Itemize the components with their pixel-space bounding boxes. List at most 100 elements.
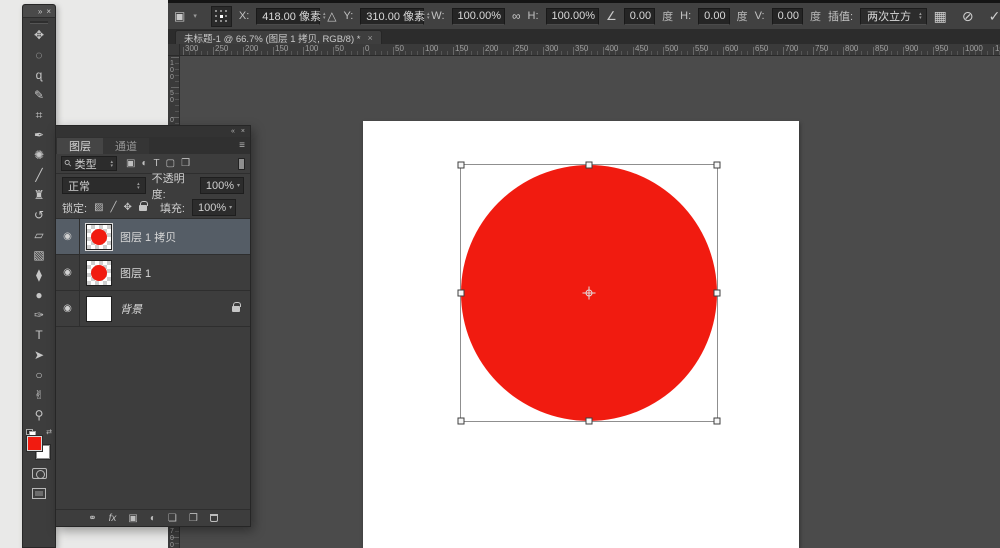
type-layer-filter-icon[interactable]: T — [154, 158, 160, 169]
quick-mask-icon[interactable] — [32, 468, 47, 479]
screen-mode-icon[interactable] — [32, 488, 46, 499]
tools-collapse-icon[interactable]: » — [38, 7, 42, 16]
crop-tool[interactable]: ⌗ — [26, 105, 52, 125]
layers-close-icon[interactable]: × — [241, 128, 245, 135]
commit-transform-button[interactable]: ✓ — [989, 8, 1000, 25]
new-group-icon[interactable]: ❏ — [168, 513, 177, 524]
foreground-color-swatch[interactable] — [27, 436, 42, 451]
new-adjustment-layer-icon[interactable]: ◐ — [150, 513, 156, 524]
delete-layer-icon[interactable] — [210, 514, 218, 522]
shape-layer-filter-icon[interactable]: ▢ — [166, 158, 175, 169]
layer-thumbnail[interactable] — [86, 260, 112, 286]
eyedropper-tool[interactable]: ✒ — [26, 125, 52, 145]
transform-handle[interactable] — [714, 162, 721, 169]
swap-colors-icon[interactable]: ⇄ — [46, 428, 52, 436]
transform-handle[interactable] — [586, 162, 593, 169]
fill-dropdown[interactable]: 100% ▾ — [192, 199, 236, 216]
pixel-layer-filter-icon[interactable]: ▣ — [126, 158, 135, 169]
add-layer-mask-icon[interactable]: ▣ — [128, 513, 137, 524]
layers-collapse-icon[interactable]: « — [231, 128, 235, 135]
tab-channels[interactable]: 通道 — [103, 138, 149, 154]
layer-thumbnail[interactable] — [86, 296, 112, 322]
gradient-tool[interactable]: ▧ — [26, 245, 52, 265]
healing-brush-tool[interactable]: ✺ — [26, 145, 52, 165]
link-layers-icon[interactable]: ⚭ — [88, 513, 96, 524]
zoom-tool[interactable]: ⚲ — [26, 405, 52, 425]
h-ruler-label: 550 — [695, 44, 708, 53]
smart-object-filter-icon[interactable]: ❒ — [181, 158, 190, 169]
interpolation-dropdown[interactable]: 两次立方 — [860, 8, 927, 25]
adjustment-layer-filter-icon[interactable]: ◐ — [141, 158, 147, 169]
layer-effects-icon[interactable]: fx — [109, 513, 117, 524]
transform-handle[interactable] — [458, 418, 465, 425]
ruler-origin-corner[interactable] — [168, 44, 180, 56]
x-spinner-icon[interactable] — [323, 12, 326, 20]
v-skew-field[interactable]: 0.00 — [772, 8, 803, 25]
opacity-dropdown[interactable]: 100% ▾ — [200, 177, 244, 194]
ellipse-tool[interactable]: ○ — [26, 365, 52, 385]
tab-close-icon[interactable]: × — [367, 33, 372, 43]
transform-reference-point[interactable] — [586, 290, 593, 297]
type-tool[interactable]: T — [26, 325, 52, 345]
blur-tool[interactable]: ⧫ — [26, 265, 52, 285]
layer-thumbnail[interactable] — [86, 224, 112, 250]
tools-grip[interactable] — [23, 18, 55, 25]
layer-row[interactable]: ◉图层 1 — [56, 255, 250, 291]
eye-icon[interactable]: ◉ — [63, 267, 72, 278]
visibility-cell[interactable]: ◉ — [56, 219, 80, 254]
transform-tool-icon[interactable]: ▣ — [174, 9, 185, 23]
panel-menu-icon[interactable]: ≡ — [239, 140, 245, 151]
eye-icon[interactable]: ◉ — [63, 231, 72, 242]
transform-bounding-box[interactable] — [460, 164, 718, 422]
tools-close-icon[interactable]: × — [46, 7, 51, 16]
interpolation-label: 插值: — [828, 8, 853, 24]
document-tab[interactable]: 未标题-1 @ 66.7% (图层 1 拷贝, RGB/8) * × — [175, 30, 382, 44]
reference-point-locator[interactable] — [211, 6, 232, 27]
path-selection-tool[interactable]: ➤ — [26, 345, 52, 365]
hand-tool[interactable]: ✌ — [26, 385, 52, 405]
relative-position-icon[interactable]: △ — [327, 9, 336, 23]
tab-layers[interactable]: 图层 — [57, 138, 103, 154]
transform-handle[interactable] — [714, 290, 721, 297]
warp-mode-toggle-icon[interactable]: ▦ — [934, 8, 947, 25]
transform-handle[interactable] — [458, 162, 465, 169]
quick-selection-tool[interactable]: ✎ — [26, 85, 52, 105]
maintain-aspect-link-icon[interactable]: ∞ — [512, 9, 521, 23]
brush-tool[interactable]: ╱ — [26, 165, 52, 185]
layer-filter-toggle[interactable] — [238, 158, 245, 170]
tool-preset-caret-icon[interactable]: ▾ — [193, 12, 197, 20]
clone-stamp-tool[interactable]: ♜ — [26, 185, 52, 205]
default-colors-icon[interactable] — [26, 429, 35, 436]
lock-all-icon[interactable] — [139, 205, 147, 211]
y-position-field[interactable]: 310.00 像素 — [360, 8, 424, 25]
elliptical-marquee-tool[interactable]: ◌ — [26, 45, 52, 65]
rotation-field[interactable]: 0.00 — [624, 8, 655, 25]
layer-row[interactable]: ◉背景 — [56, 291, 250, 327]
visibility-cell[interactable]: ◉ — [56, 291, 80, 326]
eye-icon[interactable]: ◉ — [63, 303, 72, 314]
height-field[interactable]: 100.00% — [546, 8, 599, 25]
history-brush-tool[interactable]: ↺ — [26, 205, 52, 225]
layer-row[interactable]: ◉图层 1 拷贝 — [56, 219, 250, 255]
x-position-field[interactable]: 418.00 像素 — [256, 8, 320, 25]
width-field[interactable]: 100.00% — [452, 8, 505, 25]
move-tool[interactable]: ✥ — [26, 25, 52, 45]
y-spinner-icon[interactable] — [427, 12, 430, 20]
pen-tool[interactable]: ✑ — [26, 305, 52, 325]
cancel-transform-button[interactable]: ⊘ — [962, 8, 974, 25]
transform-handle[interactable] — [586, 418, 593, 425]
horizontal-ruler[interactable]: 3002502001501005005010015020025030035040… — [180, 44, 1000, 56]
lock-pixels-icon[interactable]: ╱ — [111, 202, 117, 213]
visibility-cell[interactable]: ◉ — [56, 255, 80, 290]
transform-handle[interactable] — [714, 418, 721, 425]
h-skew-field[interactable]: 0.00 — [698, 8, 729, 25]
new-layer-icon[interactable]: ❐ — [189, 513, 198, 524]
lock-position-icon[interactable]: ✥ — [124, 202, 132, 213]
filter-kind-dropdown[interactable]: ⚲ 类型 — [61, 156, 117, 171]
lock-transparency-icon[interactable]: ▨ — [94, 202, 103, 213]
eraser-tool[interactable]: ▱ — [26, 225, 52, 245]
dodge-tool[interactable]: ● — [26, 285, 52, 305]
blend-mode-dropdown[interactable]: 正常 — [62, 177, 146, 194]
transform-handle[interactable] — [458, 290, 465, 297]
lasso-tool[interactable]: ɋ — [26, 65, 52, 85]
